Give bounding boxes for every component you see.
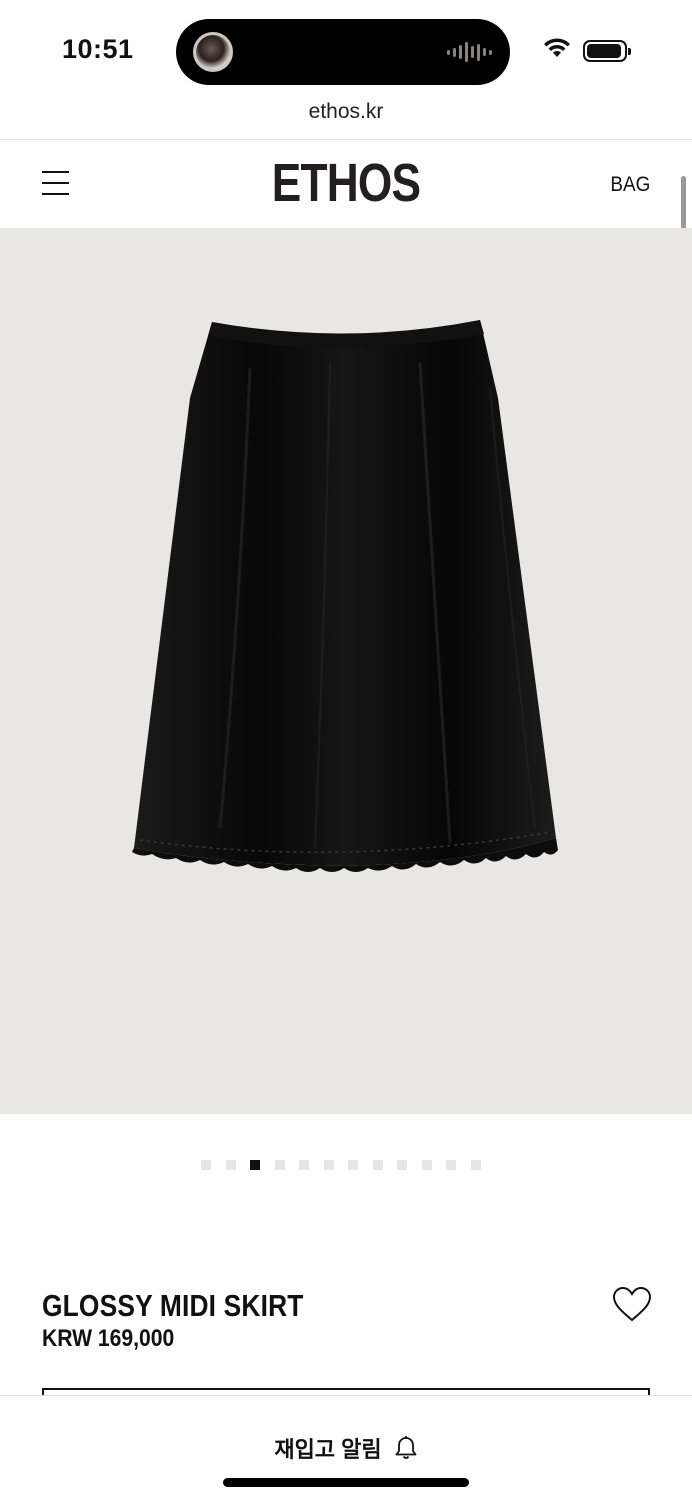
product-price: KRW 169,000 [42, 1325, 175, 1352]
product-name: GLOSSY MIDI SKIRT [42, 1288, 304, 1323]
battery-icon [583, 40, 631, 62]
dynamic-island[interactable] [176, 19, 510, 85]
carousel-dot[interactable] [323, 1160, 334, 1170]
carousel-dot[interactable] [274, 1160, 285, 1170]
status-bar: 10:51 [0, 0, 692, 100]
carousel-dot[interactable] [372, 1160, 383, 1170]
bell-icon [395, 1436, 417, 1459]
status-time: 10:51 [62, 34, 134, 64]
address-bar[interactable]: ethos.kr [0, 100, 692, 124]
carousel-dot[interactable] [201, 1160, 211, 1170]
restock-alert-label: 재입고 알림 [274, 1437, 382, 1462]
carousel-dot[interactable] [299, 1160, 309, 1170]
skirt-illustration [132, 320, 558, 872]
carousel-dot[interactable] [225, 1160, 236, 1170]
restock-alert-button[interactable]: 재입고 알림 [0, 1424, 692, 1472]
url-text: ethos.kr [308, 100, 384, 123]
carousel-dot[interactable] [397, 1160, 407, 1170]
carousel-dot[interactable] [421, 1160, 432, 1170]
bottom-action-bar: 재입고 알림 [0, 1395, 692, 1500]
now-playing-artwork [193, 32, 233, 72]
carousel-dot[interactable] [250, 1160, 260, 1170]
home-indicator [223, 1478, 469, 1487]
carousel-dot[interactable] [446, 1160, 456, 1170]
wifi-icon [544, 38, 570, 57]
product-image[interactable] [0, 228, 692, 1114]
heart-outline-icon[interactable] [612, 1286, 652, 1324]
bag-link[interactable]: BAG [610, 173, 650, 197]
site-header: ETHOS BAG [0, 140, 692, 228]
carousel-indicator [201, 1160, 481, 1170]
audio-waveform-icon [447, 41, 492, 63]
carousel-dot[interactable] [348, 1160, 358, 1170]
carousel-dot[interactable] [470, 1160, 481, 1170]
site-logo[interactable]: ETHOS [62, 152, 629, 214]
